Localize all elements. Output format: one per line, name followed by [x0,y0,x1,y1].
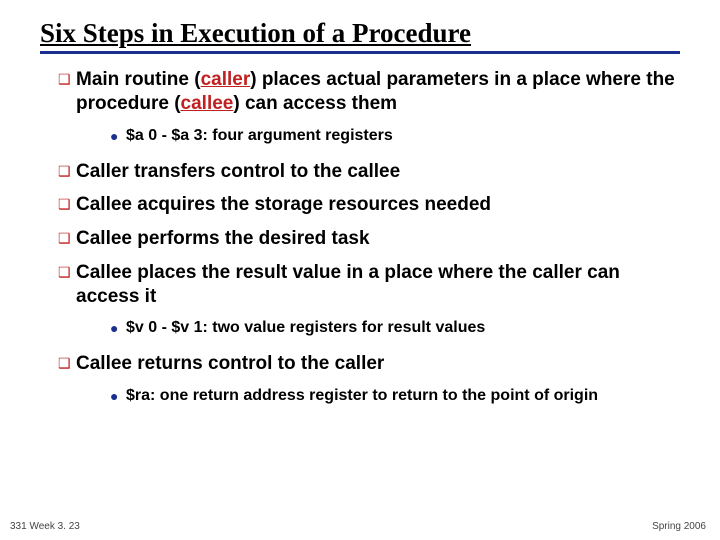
bullet-text: Callee returns control to the caller [76,352,384,376]
sub-bullet-3: ● $ra: one return address register to re… [110,386,680,406]
footer-left: 331 Week 3. 23 [10,521,80,532]
box-icon: ❑ [58,261,76,309]
box-icon: ❑ [58,160,76,184]
sub-bullet-2: ● $v 0 - $v 1: two value registers for r… [110,318,680,338]
box-icon: ❑ [58,193,76,217]
sub-bullet-1: ● $a 0 - $a 3: four argument registers [110,126,680,146]
bullet-text: Callee performs the desired task [76,227,370,251]
sub-bullet-text: $v 0 - $v 1: two value registers for res… [126,318,485,338]
dot-icon: ● [110,318,126,338]
bullet-text: Callee acquires the storage resources ne… [76,193,491,217]
box-icon: ❑ [58,227,76,251]
box-icon: ❑ [58,68,76,116]
bullet-item-1: ❑ Main routine (caller) places actual pa… [58,68,680,116]
sub-bullet-text: $ra: one return address register to retu… [126,386,598,406]
bullet-text: Main routine (caller) places actual para… [76,68,680,116]
dot-icon: ● [110,126,126,146]
bullet-item-3: ❑ Callee acquires the storage resources … [58,193,680,217]
footer-right: Spring 2006 [652,521,706,532]
slide-title: Six Steps in Execution of a Procedure [40,18,680,54]
slide: Six Steps in Execution of a Procedure ❑ … [0,0,720,406]
bullet-text: Callee places the result value in a plac… [76,261,680,309]
callout-caller: caller [201,69,251,90]
bullet-item-2: ❑ Caller transfers control to the callee [58,160,680,184]
bullet-item-6: ❑ Callee returns control to the caller [58,352,680,376]
callout-callee: callee [181,93,234,114]
sub-bullet-text: $a 0 - $a 3: four argument registers [126,126,393,146]
bullet-item-5: ❑ Callee places the result value in a pl… [58,261,680,309]
bullet-item-4: ❑ Callee performs the desired task [58,227,680,251]
slide-body: ❑ Main routine (caller) places actual pa… [40,68,680,406]
dot-icon: ● [110,386,126,406]
bullet-text: Caller transfers control to the callee [76,160,400,184]
box-icon: ❑ [58,352,76,376]
